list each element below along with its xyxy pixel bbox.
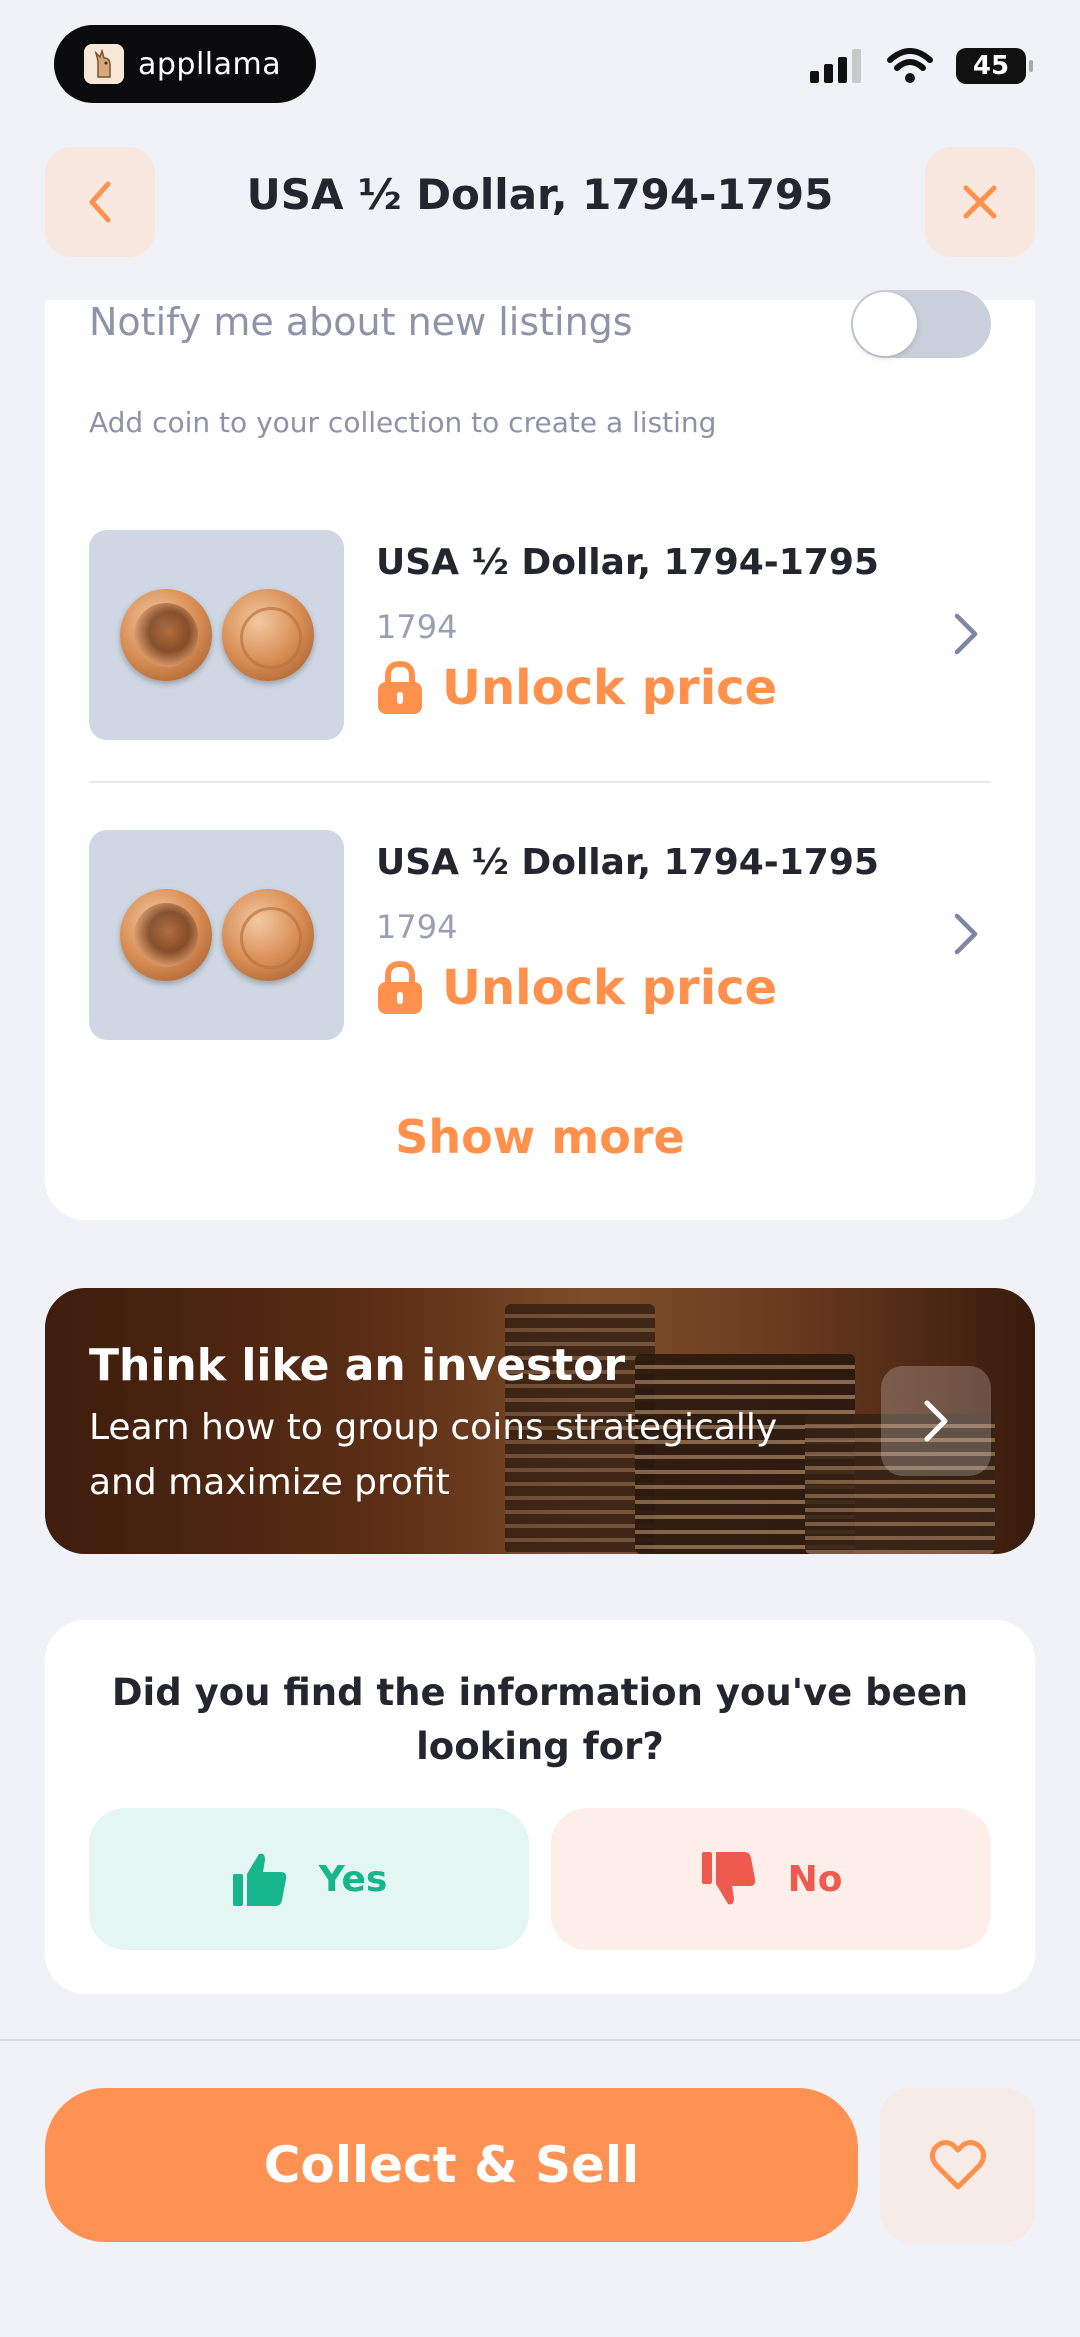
close-icon (963, 185, 997, 219)
status-bar: appllama 45 (0, 0, 1080, 130)
coin-thumbnail (89, 830, 344, 1040)
listing-year: 1794 (376, 908, 458, 946)
feedback-yes-button[interactable]: Yes (89, 1808, 529, 1950)
toggle-knob (853, 292, 917, 356)
lock-icon (378, 660, 422, 714)
banner-title: Think like an investor (89, 1340, 626, 1391)
unlock-price-label: Unlock price (442, 960, 778, 1016)
lock-icon (378, 960, 422, 1014)
unlock-price-button[interactable]: Unlock price (376, 660, 777, 716)
thumbs-up-icon (232, 1853, 286, 1906)
coin-obverse-image (119, 589, 212, 681)
investor-banner[interactable]: Think like an investor Learn how to grou… (45, 1288, 1035, 1554)
feedback-yes-label: Yes (318, 1858, 388, 1900)
battery-level: 45 (972, 51, 1010, 81)
listing-hint: Add coin to your collection to create a … (89, 406, 717, 439)
feedback-question: Did you find the information you've been… (111, 1671, 969, 1768)
feedback-no-button[interactable]: No (551, 1808, 991, 1950)
collect-sell-button[interactable]: Collect & Sell (45, 2088, 858, 2242)
chevron-right-icon (954, 913, 978, 955)
heart-icon (929, 2140, 986, 2190)
banner-subtitle: Learn how to group coins strategically a… (89, 1407, 778, 1503)
feedback-no-label: No (787, 1858, 843, 1900)
app-badge: appllama (54, 25, 316, 103)
listing-item[interactable]: USA ½ Dollar, 1794-1795 1794 Unlock pric… (89, 830, 991, 1042)
banner-arrow-button[interactable] (881, 1366, 991, 1476)
notify-label: Notify me about new listings (89, 300, 633, 344)
app-badge-label: appllama (138, 46, 282, 82)
listings-card: Notify me about new listings Add coin to… (45, 290, 1035, 1220)
battery-icon: 45 (956, 48, 1033, 84)
listing-title: USA ½ Dollar, 1794-1795 (376, 542, 879, 583)
llama-logo-icon (84, 44, 124, 84)
coin-reverse-image (221, 589, 314, 681)
chevron-right-icon (924, 1400, 948, 1442)
cellular-signal-icon (810, 49, 861, 83)
unlock-price-label: Unlock price (442, 660, 778, 716)
status-indicators: 45 (810, 48, 1033, 84)
bottom-divider (0, 2039, 1080, 2041)
chevron-right-icon (954, 613, 978, 655)
show-more-button[interactable]: Show more (45, 1110, 1035, 1164)
unlock-price-button[interactable]: Unlock price (376, 960, 777, 1016)
page-title: USA ½ Dollar, 1794-1795 (246, 170, 834, 219)
coin-reverse-image (221, 889, 314, 981)
favorite-button[interactable] (880, 2088, 1035, 2242)
listing-item[interactable]: USA ½ Dollar, 1794-1795 1794 Unlock pric… (89, 530, 991, 742)
coin-obverse-image (119, 889, 212, 981)
listing-title: USA ½ Dollar, 1794-1795 (376, 842, 879, 883)
feedback-card: Did you find the information you've been… (45, 1620, 1035, 1994)
wifi-icon (887, 48, 933, 83)
listing-year: 1794 (376, 608, 458, 646)
coin-thumbnail (89, 530, 344, 740)
listing-divider (89, 781, 991, 783)
thumbs-down-icon (701, 1852, 755, 1905)
close-button[interactable] (925, 147, 1035, 257)
notify-toggle[interactable] (851, 290, 991, 358)
